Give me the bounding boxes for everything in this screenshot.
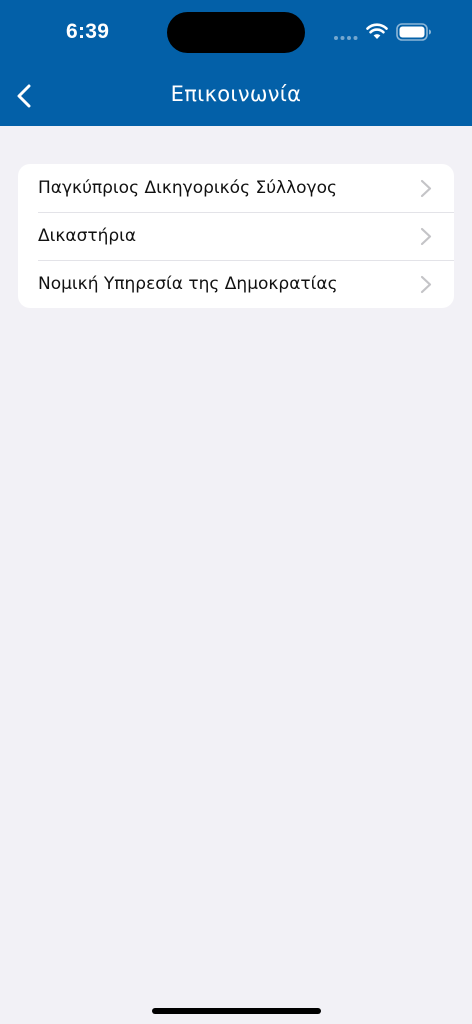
contact-list: Παγκύπριος Δικηγορικός Σύλλογος Δικαστήρ… [18,164,454,308]
dynamic-island [167,12,305,53]
list-item-law-office-of-the-republic[interactable]: Νομική Υπηρεσία της Δημοκρατίας [18,260,454,308]
battery-icon [396,23,431,41]
status-time: 6:39 [66,20,110,43]
list-item-courts[interactable]: Δικαστήρια [18,212,454,260]
chevron-right-icon [420,179,432,198]
list-item-cyprus-bar-association[interactable]: Παγκύπριος Δικηγορικός Σύλλογος [18,164,454,212]
chevron-right-icon [420,227,432,246]
status-bar: 6:39 [0,0,472,64]
wifi-icon [366,23,388,39]
list-item-label: Παγκύπριος Δικηγορικός Σύλλογος [38,178,337,198]
list-item-label: Δικαστήρια [38,226,137,246]
home-indicator[interactable] [152,1008,321,1014]
signal-dots-icon [334,36,358,40]
list-item-label: Νομική Υπηρεσία της Δημοκρατίας [38,274,338,294]
app-header: 6:39 Επικοινωνία [0,0,472,126]
page-title: Επικοινωνία [170,82,302,106]
navigation-bar: Επικοινωνία [0,64,472,126]
chevron-right-icon [420,275,432,294]
